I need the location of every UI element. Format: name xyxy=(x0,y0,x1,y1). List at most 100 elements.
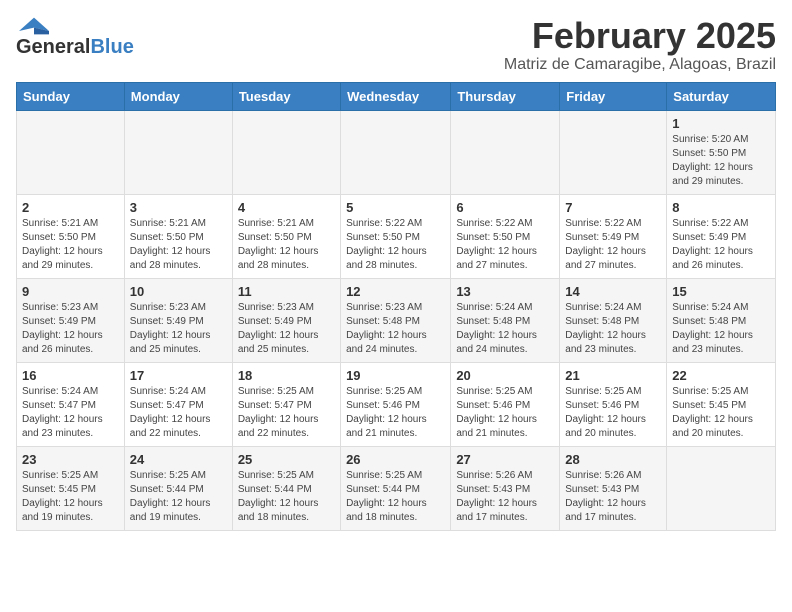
calendar-cell: 17Sunrise: 5:24 AM Sunset: 5:47 PM Dayli… xyxy=(124,362,232,446)
day-info: Sunrise: 5:22 AM Sunset: 5:49 PM Dayligh… xyxy=(565,217,661,273)
header-row: SundayMondayTuesdayWednesdayThursdayFrid… xyxy=(17,82,776,110)
calendar-cell: 14 Sunrise: 5:24 AM Sunset: 5:48 PM Dayli… xyxy=(560,278,667,362)
day-info: Sunrise: 5:24 AM Sunset: 5:48 PM Dayligh… xyxy=(672,301,770,357)
day-number: 5 xyxy=(346,200,445,215)
day-number: 16 xyxy=(22,368,119,383)
day-number: 8 xyxy=(672,200,770,215)
header-day: Monday xyxy=(124,82,232,110)
calendar-cell xyxy=(232,110,340,194)
calendar-cell: 22Sunrise: 5:25 AM Sunset: 5:45 PM Dayli… xyxy=(667,362,776,446)
page-header: GeneralBlue February 2025 Matriz de Cama… xyxy=(16,16,776,74)
week-row: 2 Sunrise: 5:21 AM Sunset: 5:50 PM Daylig… xyxy=(17,194,776,278)
header-day: Saturday xyxy=(667,82,776,110)
day-info: Sunrise: 5:22 AM Sunset: 5:49 PM Dayligh… xyxy=(672,217,770,273)
calendar-cell: 7 Sunrise: 5:22 AM Sunset: 5:49 PM Daylig… xyxy=(560,194,667,278)
day-number: 10 xyxy=(130,284,227,299)
calendar-table: SundayMondayTuesdayWednesdayThursdayFrid… xyxy=(16,82,776,531)
day-number: 15 xyxy=(672,284,770,299)
calendar-cell: 26Sunrise: 5:25 AM Sunset: 5:44 PM Dayli… xyxy=(341,446,451,530)
week-row: 1 Sunrise: 5:20 AM Sunset: 5:50 PM Daylig… xyxy=(17,110,776,194)
day-info: Sunrise: 5:22 AM Sunset: 5:50 PM Dayligh… xyxy=(346,217,445,273)
calendar-cell: 6 Sunrise: 5:22 AM Sunset: 5:50 PM Daylig… xyxy=(451,194,560,278)
calendar-cell: 11 Sunrise: 5:23 AM Sunset: 5:49 PM Dayli… xyxy=(232,278,340,362)
calendar-cell: 19 Sunrise: 5:25 AM Sunset: 5:46 PM Dayli… xyxy=(341,362,451,446)
calendar-cell xyxy=(667,446,776,530)
day-number: 17 xyxy=(130,368,227,383)
calendar-cell: 28 Sunrise: 5:26 AM Sunset: 5:43 PM Dayli… xyxy=(560,446,667,530)
calendar-cell xyxy=(560,110,667,194)
day-info: Sunrise: 5:22 AM Sunset: 5:50 PM Dayligh… xyxy=(456,217,554,273)
week-row: 16 Sunrise: 5:24 AM Sunset: 5:47 PM Dayli… xyxy=(17,362,776,446)
day-number: 27 xyxy=(456,452,554,467)
month-year: February 2025 xyxy=(504,16,776,56)
calendar-cell: 3 Sunrise: 5:21 AM Sunset: 5:50 PM Daylig… xyxy=(124,194,232,278)
day-info: Sunrise: 5:21 AM Sunset: 5:50 PM Dayligh… xyxy=(238,217,335,273)
day-number: 2 xyxy=(22,200,119,215)
day-info: Sunrise: 5:24 AM Sunset: 5:47 PM Dayligh… xyxy=(22,385,119,441)
day-info: Sunrise: 5:25 AM Sunset: 5:46 PM Dayligh… xyxy=(456,385,554,441)
calendar-cell: 12Sunrise: 5:23 AM Sunset: 5:48 PM Dayli… xyxy=(341,278,451,362)
day-number: 13 xyxy=(456,284,554,299)
calendar-header: SundayMondayTuesdayWednesdayThursdayFrid… xyxy=(17,82,776,110)
calendar-cell: 20 Sunrise: 5:25 AM Sunset: 5:46 PM Dayli… xyxy=(451,362,560,446)
day-number: 3 xyxy=(130,200,227,215)
calendar-cell xyxy=(341,110,451,194)
day-info: Sunrise: 5:26 AM Sunset: 5:43 PM Dayligh… xyxy=(565,469,661,525)
header-day: Sunday xyxy=(17,82,125,110)
logo-blue: Blue xyxy=(90,36,133,58)
calendar-cell: 2 Sunrise: 5:21 AM Sunset: 5:50 PM Daylig… xyxy=(17,194,125,278)
calendar-cell xyxy=(124,110,232,194)
day-info: Sunrise: 5:21 AM Sunset: 5:50 PM Dayligh… xyxy=(22,217,119,273)
week-row: 9 Sunrise: 5:23 AM Sunset: 5:49 PM Daylig… xyxy=(17,278,776,362)
day-number: 20 xyxy=(456,368,554,383)
day-info: Sunrise: 5:21 AM Sunset: 5:50 PM Dayligh… xyxy=(130,217,227,273)
day-number: 11 xyxy=(238,284,335,299)
calendar-cell: 15 Sunrise: 5:24 AM Sunset: 5:48 PM Dayli… xyxy=(667,278,776,362)
day-info: Sunrise: 5:25 AM Sunset: 5:46 PM Dayligh… xyxy=(346,385,445,441)
calendar-cell: 1 Sunrise: 5:20 AM Sunset: 5:50 PM Daylig… xyxy=(667,110,776,194)
header-day: Wednesday xyxy=(341,82,451,110)
calendar-cell: 21 Sunrise: 5:25 AM Sunset: 5:46 PM Dayli… xyxy=(560,362,667,446)
day-number: 14 xyxy=(565,284,661,299)
location: Matriz de Camaragibe, Alagoas, Brazil xyxy=(504,56,776,74)
day-info: Sunrise: 5:23 AM Sunset: 5:49 PM Dayligh… xyxy=(238,301,335,357)
header-day: Thursday xyxy=(451,82,560,110)
calendar-cell: 16 Sunrise: 5:24 AM Sunset: 5:47 PM Dayli… xyxy=(17,362,125,446)
day-number: 19 xyxy=(346,368,445,383)
day-info: Sunrise: 5:25 AM Sunset: 5:45 PM Dayligh… xyxy=(22,469,119,525)
logo: GeneralBlue xyxy=(16,16,134,59)
day-number: 1 xyxy=(672,116,770,131)
day-info: Sunrise: 5:25 AM Sunset: 5:44 PM Dayligh… xyxy=(346,469,445,525)
day-number: 9 xyxy=(22,284,119,299)
week-row: 23 Sunrise: 5:25 AM Sunset: 5:45 PM Dayli… xyxy=(17,446,776,530)
calendar-cell: 5 Sunrise: 5:22 AM Sunset: 5:50 PM Daylig… xyxy=(341,194,451,278)
calendar-cell: 27Sunrise: 5:26 AM Sunset: 5:43 PM Dayli… xyxy=(451,446,560,530)
day-info: Sunrise: 5:23 AM Sunset: 5:49 PM Dayligh… xyxy=(22,301,119,357)
day-info: Sunrise: 5:25 AM Sunset: 5:44 PM Dayligh… xyxy=(238,469,335,525)
day-number: 7 xyxy=(565,200,661,215)
calendar-cell: 8 Sunrise: 5:22 AM Sunset: 5:49 PM Daylig… xyxy=(667,194,776,278)
day-number: 21 xyxy=(565,368,661,383)
logo-icon xyxy=(16,16,52,36)
logo-general: General xyxy=(16,36,90,58)
calendar-cell: 10Sunrise: 5:23 AM Sunset: 5:49 PM Dayli… xyxy=(124,278,232,362)
day-number: 24 xyxy=(130,452,227,467)
day-number: 23 xyxy=(22,452,119,467)
calendar-body: 1 Sunrise: 5:20 AM Sunset: 5:50 PM Daylig… xyxy=(17,110,776,530)
day-info: Sunrise: 5:25 AM Sunset: 5:46 PM Dayligh… xyxy=(565,385,661,441)
calendar-cell: 4Sunrise: 5:21 AM Sunset: 5:50 PM Daylig… xyxy=(232,194,340,278)
calendar-cell xyxy=(451,110,560,194)
day-info: Sunrise: 5:23 AM Sunset: 5:48 PM Dayligh… xyxy=(346,301,445,357)
day-info: Sunrise: 5:24 AM Sunset: 5:48 PM Dayligh… xyxy=(565,301,661,357)
day-number: 18 xyxy=(238,368,335,383)
day-info: Sunrise: 5:20 AM Sunset: 5:50 PM Dayligh… xyxy=(672,133,770,189)
calendar-cell: 25Sunrise: 5:25 AM Sunset: 5:44 PM Dayli… xyxy=(232,446,340,530)
title-area: February 2025 Matriz de Camaragibe, Alag… xyxy=(504,16,776,74)
calendar-cell: 9 Sunrise: 5:23 AM Sunset: 5:49 PM Daylig… xyxy=(17,278,125,362)
day-number: 28 xyxy=(565,452,661,467)
day-number: 6 xyxy=(456,200,554,215)
header-day: Tuesday xyxy=(232,82,340,110)
day-number: 22 xyxy=(672,368,770,383)
calendar-cell xyxy=(17,110,125,194)
calendar-cell: 23 Sunrise: 5:25 AM Sunset: 5:45 PM Dayli… xyxy=(17,446,125,530)
